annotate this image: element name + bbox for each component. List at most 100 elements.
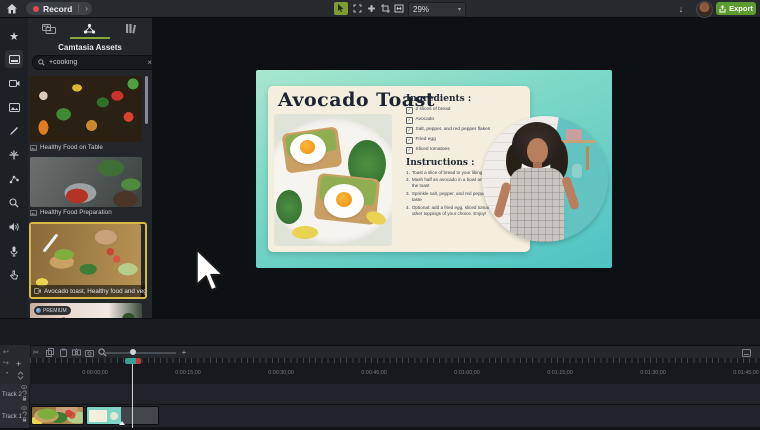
asset-label: Healthy Food Preparation — [40, 209, 112, 216]
lock-icon[interactable] — [22, 417, 27, 422]
chef-circle-photo — [482, 116, 608, 242]
ingredients-heading: Ingredients : — [406, 94, 518, 104]
timeline-zoom-slider[interactable] — [104, 352, 176, 354]
crop-tool-button[interactable] — [378, 2, 392, 15]
ruler-label: 0:00:45;00 — [361, 370, 386, 376]
checkbox-icon: ✓ — [406, 117, 413, 124]
record-button[interactable]: Record › — [26, 2, 92, 15]
avocado-toast-photo — [274, 114, 392, 246]
track-2-lane[interactable] — [30, 384, 760, 405]
transitions-icon — [9, 150, 19, 160]
sidebar-item-library[interactable] — [5, 74, 23, 92]
playhead-out-handle[interactable] — [136, 358, 141, 364]
clip-avocado-video[interactable] — [31, 406, 84, 425]
playhead-in-handle[interactable] — [125, 358, 136, 364]
zoom-tool-button[interactable] — [364, 2, 378, 15]
media-bin-icon — [42, 24, 56, 34]
preview-slide[interactable]: Avocado Toast Ingredients : — [256, 70, 612, 268]
selected-tab-underline — [70, 37, 110, 39]
asset-item-healthy-food-table[interactable]: Healthy Food on Table — [30, 76, 142, 153]
ruler-label: 0:01:00;00 — [454, 370, 479, 376]
knife-highlight — [43, 233, 59, 252]
loop-icon[interactable] — [22, 390, 27, 395]
sidebar-item-cursor-effects[interactable] — [5, 194, 23, 212]
sidebar-item-voice-narration[interactable] — [5, 242, 23, 260]
panel-scrollbar[interactable] — [145, 76, 148, 124]
camera-icon — [9, 79, 20, 88]
assets-panel: Camtasia Assets × Healthy Food on Table … — [28, 18, 153, 345]
dot-icon: • — [6, 371, 8, 377]
ruler-label: 0:00:30;00 — [268, 370, 293, 376]
tab-camtasia-assets[interactable] — [69, 18, 110, 39]
export-label: Export — [729, 4, 753, 13]
sidebar-item-media[interactable] — [5, 50, 23, 68]
behaviors-icon — [9, 174, 19, 184]
timeline-toolbar: ↺ ↻ ✂ − + — [0, 345, 760, 359]
sidebar-item-favorites[interactable]: ★ — [5, 27, 23, 45]
sidebar-item-transitions[interactable] — [5, 146, 23, 164]
ruler-label: 0:00:15;00 — [175, 370, 200, 376]
playhead-handle[interactable] — [125, 358, 141, 364]
asset-thumbnail — [30, 76, 142, 142]
playhead-line[interactable] — [132, 358, 133, 428]
lock-icon[interactable] — [22, 396, 27, 401]
pen-icon — [9, 126, 19, 136]
ruler-label: 0:01:30;00 — [640, 370, 665, 376]
canvas-zoom-select[interactable]: 29% ▾ — [408, 2, 466, 17]
export-button[interactable]: Export — [716, 2, 756, 15]
sidebar-item-images[interactable] — [5, 98, 23, 116]
download-icon[interactable]: ↓ — [674, 2, 688, 15]
camtasia-window: Record › 29% ▾ ↓ Export ★ — [0, 0, 760, 430]
mouse-cursor — [193, 248, 225, 294]
record-chevron-icon[interactable]: › — [85, 4, 88, 13]
history-back-icon[interactable]: ↩ — [3, 348, 9, 356]
checkbox-icon: ✓ — [406, 107, 413, 114]
asset-item-food-preparation[interactable]: Healthy Food Preparation — [30, 157, 142, 218]
avatar[interactable] — [696, 1, 713, 18]
search-input[interactable] — [49, 59, 143, 66]
fit-canvas-button[interactable] — [392, 2, 406, 15]
speaker-icon — [9, 222, 20, 232]
cursor-tool-button[interactable] — [334, 2, 348, 15]
record-label: Record — [43, 4, 72, 14]
checkbox-icon: ✓ — [406, 137, 413, 144]
image-icon — [9, 103, 20, 112]
gesture-icon — [9, 270, 19, 280]
premium-label: PREMIUM — [43, 308, 67, 314]
history-forward-icon[interactable]: ↪ — [3, 359, 9, 367]
collapse-tracks-icon[interactable] — [17, 371, 24, 380]
add-track-button[interactable]: + — [16, 359, 21, 369]
sidebar-item-gestures[interactable] — [5, 266, 23, 284]
caret-down-icon: ▾ — [458, 6, 461, 13]
asset-label: Healthy Food on Table — [40, 144, 103, 151]
eye-icon[interactable] — [21, 406, 27, 410]
search-bar[interactable]: × — [32, 55, 158, 70]
premium-orb-icon — [36, 308, 41, 313]
sidebar-item-annotations[interactable] — [5, 122, 23, 140]
tab-media-bin[interactable] — [28, 18, 69, 39]
cursor-icon — [337, 4, 345, 13]
timeline-zoom-handle[interactable] — [130, 349, 136, 355]
video-type-icon — [34, 288, 41, 294]
sidebar-item-audio-effects[interactable] — [5, 218, 23, 236]
canvas-zoom-value: 29% — [413, 5, 429, 14]
playback-bar: ◀ ▶ ▶ ‹ › 00 : 00 : 00 ; 00 / 00 : 00 : … — [0, 318, 760, 346]
premium-badge: PREMIUM — [34, 306, 71, 315]
loop-icon[interactable] — [22, 411, 27, 416]
eye-icon[interactable] — [21, 385, 27, 389]
sidebar-item-behaviors[interactable] — [5, 170, 23, 188]
track-1-lane[interactable] — [30, 405, 760, 428]
home-icon[interactable] — [6, 3, 18, 15]
image-type-icon — [30, 210, 37, 216]
track-2: Track 2 — [0, 384, 760, 405]
media-marker[interactable] — [119, 421, 125, 425]
pan-tool-button[interactable] — [350, 2, 364, 15]
ruler-label: 0:01:45;00 — [733, 370, 758, 376]
asset-item-avocado-toast-selected[interactable]: Avocado toast, Healthy food and vegetari… — [29, 222, 147, 299]
track-1: Track 1 — [0, 405, 760, 428]
magnifier-icon — [9, 198, 19, 208]
library-icon — [125, 23, 136, 34]
tab-library[interactable] — [110, 18, 151, 39]
top-bar: Record › 29% ▾ ↓ Export — [0, 0, 760, 18]
image-type-icon — [30, 145, 37, 151]
